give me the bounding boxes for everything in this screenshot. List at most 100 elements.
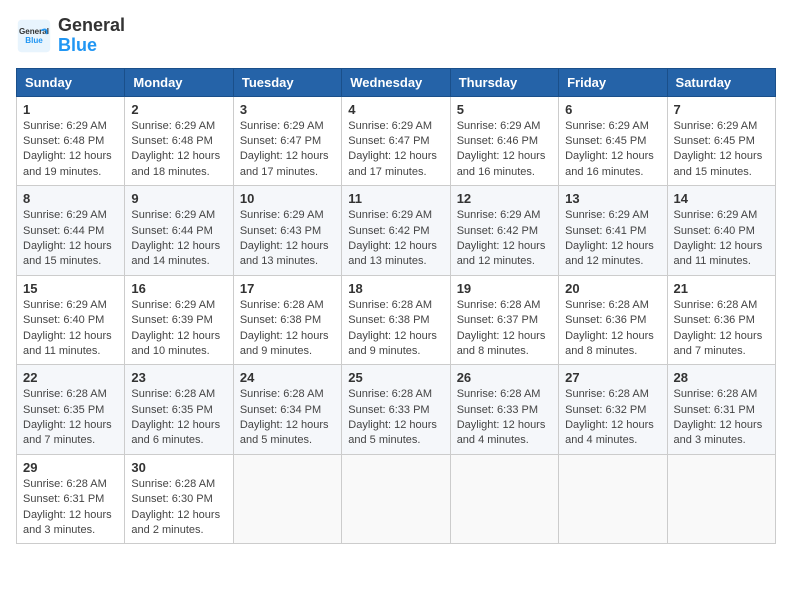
day-number: 12 [457, 191, 552, 206]
cell-content: Sunrise: 6:28 AM Sunset: 6:38 PM Dayligh… [240, 298, 335, 360]
logo-icon: General Blue [16, 18, 52, 54]
table-row: 7 Sunrise: 6:29 AM Sunset: 6:45 PM Dayli… [667, 96, 775, 186]
table-row: 29 Sunrise: 6:28 AM Sunset: 6:31 PM Dayl… [17, 454, 125, 544]
table-row: 28 Sunrise: 6:28 AM Sunset: 6:31 PM Dayl… [667, 365, 775, 455]
table-row: 11 Sunrise: 6:29 AM Sunset: 6:42 PM Dayl… [342, 186, 450, 276]
day-number: 24 [240, 370, 335, 385]
table-row [233, 454, 341, 544]
cell-content: Sunrise: 6:28 AM Sunset: 6:30 PM Dayligh… [131, 477, 226, 539]
cell-content: Sunrise: 6:29 AM Sunset: 6:44 PM Dayligh… [23, 208, 118, 270]
cell-content: Sunrise: 6:28 AM Sunset: 6:33 PM Dayligh… [348, 387, 443, 449]
day-header-saturday: Saturday [667, 68, 775, 96]
table-row: 1 Sunrise: 6:29 AM Sunset: 6:48 PM Dayli… [17, 96, 125, 186]
cell-content: Sunrise: 6:29 AM Sunset: 6:40 PM Dayligh… [23, 298, 118, 360]
cell-content: Sunrise: 6:28 AM Sunset: 6:38 PM Dayligh… [348, 298, 443, 360]
table-row: 27 Sunrise: 6:28 AM Sunset: 6:32 PM Dayl… [559, 365, 667, 455]
cell-content: Sunrise: 6:28 AM Sunset: 6:34 PM Dayligh… [240, 387, 335, 449]
logo-text: GeneralBlue [58, 16, 125, 56]
svg-text:Blue: Blue [25, 36, 43, 45]
day-number: 29 [23, 460, 118, 475]
table-row: 3 Sunrise: 6:29 AM Sunset: 6:47 PM Dayli… [233, 96, 341, 186]
day-number: 10 [240, 191, 335, 206]
calendar-week-5: 29 Sunrise: 6:28 AM Sunset: 6:31 PM Dayl… [17, 454, 776, 544]
cell-content: Sunrise: 6:29 AM Sunset: 6:43 PM Dayligh… [240, 208, 335, 270]
day-number: 15 [23, 281, 118, 296]
day-number: 26 [457, 370, 552, 385]
day-number: 21 [674, 281, 769, 296]
table-row [667, 454, 775, 544]
table-row: 14 Sunrise: 6:29 AM Sunset: 6:40 PM Dayl… [667, 186, 775, 276]
table-row: 4 Sunrise: 6:29 AM Sunset: 6:47 PM Dayli… [342, 96, 450, 186]
table-row: 18 Sunrise: 6:28 AM Sunset: 6:38 PM Dayl… [342, 275, 450, 365]
cell-content: Sunrise: 6:29 AM Sunset: 6:47 PM Dayligh… [348, 119, 443, 181]
cell-content: Sunrise: 6:29 AM Sunset: 6:42 PM Dayligh… [348, 208, 443, 270]
cell-content: Sunrise: 6:28 AM Sunset: 6:33 PM Dayligh… [457, 387, 552, 449]
table-row: 13 Sunrise: 6:29 AM Sunset: 6:41 PM Dayl… [559, 186, 667, 276]
calendar-week-3: 15 Sunrise: 6:29 AM Sunset: 6:40 PM Dayl… [17, 275, 776, 365]
table-row: 12 Sunrise: 6:29 AM Sunset: 6:42 PM Dayl… [450, 186, 558, 276]
cell-content: Sunrise: 6:29 AM Sunset: 6:44 PM Dayligh… [131, 208, 226, 270]
cell-content: Sunrise: 6:28 AM Sunset: 6:35 PM Dayligh… [131, 387, 226, 449]
table-row: 21 Sunrise: 6:28 AM Sunset: 6:36 PM Dayl… [667, 275, 775, 365]
table-row: 19 Sunrise: 6:28 AM Sunset: 6:37 PM Dayl… [450, 275, 558, 365]
day-number: 25 [348, 370, 443, 385]
day-number: 1 [23, 102, 118, 117]
table-row [342, 454, 450, 544]
cell-content: Sunrise: 6:29 AM Sunset: 6:42 PM Dayligh… [457, 208, 552, 270]
day-number: 7 [674, 102, 769, 117]
day-number: 4 [348, 102, 443, 117]
day-number: 13 [565, 191, 660, 206]
table-row: 25 Sunrise: 6:28 AM Sunset: 6:33 PM Dayl… [342, 365, 450, 455]
table-row: 8 Sunrise: 6:29 AM Sunset: 6:44 PM Dayli… [17, 186, 125, 276]
calendar-week-1: 1 Sunrise: 6:29 AM Sunset: 6:48 PM Dayli… [17, 96, 776, 186]
cell-content: Sunrise: 6:28 AM Sunset: 6:36 PM Dayligh… [565, 298, 660, 360]
cell-content: Sunrise: 6:28 AM Sunset: 6:31 PM Dayligh… [23, 477, 118, 539]
table-row: 2 Sunrise: 6:29 AM Sunset: 6:48 PM Dayli… [125, 96, 233, 186]
day-number: 20 [565, 281, 660, 296]
table-row: 22 Sunrise: 6:28 AM Sunset: 6:35 PM Dayl… [17, 365, 125, 455]
table-row: 20 Sunrise: 6:28 AM Sunset: 6:36 PM Dayl… [559, 275, 667, 365]
cell-content: Sunrise: 6:29 AM Sunset: 6:48 PM Dayligh… [131, 119, 226, 181]
day-header-sunday: Sunday [17, 68, 125, 96]
logo: General Blue GeneralBlue [16, 16, 125, 56]
table-row [450, 454, 558, 544]
calendar-week-4: 22 Sunrise: 6:28 AM Sunset: 6:35 PM Dayl… [17, 365, 776, 455]
day-number: 22 [23, 370, 118, 385]
day-number: 27 [565, 370, 660, 385]
day-number: 23 [131, 370, 226, 385]
cell-content: Sunrise: 6:29 AM Sunset: 6:47 PM Dayligh… [240, 119, 335, 181]
cell-content: Sunrise: 6:29 AM Sunset: 6:45 PM Dayligh… [674, 119, 769, 181]
cell-content: Sunrise: 6:29 AM Sunset: 6:46 PM Dayligh… [457, 119, 552, 181]
cell-content: Sunrise: 6:29 AM Sunset: 6:40 PM Dayligh… [674, 208, 769, 270]
day-number: 11 [348, 191, 443, 206]
table-row: 30 Sunrise: 6:28 AM Sunset: 6:30 PM Dayl… [125, 454, 233, 544]
day-number: 18 [348, 281, 443, 296]
cell-content: Sunrise: 6:29 AM Sunset: 6:39 PM Dayligh… [131, 298, 226, 360]
table-row: 23 Sunrise: 6:28 AM Sunset: 6:35 PM Dayl… [125, 365, 233, 455]
cell-content: Sunrise: 6:29 AM Sunset: 6:48 PM Dayligh… [23, 119, 118, 181]
table-row: 9 Sunrise: 6:29 AM Sunset: 6:44 PM Dayli… [125, 186, 233, 276]
table-row: 17 Sunrise: 6:28 AM Sunset: 6:38 PM Dayl… [233, 275, 341, 365]
day-header-friday: Friday [559, 68, 667, 96]
day-number: 19 [457, 281, 552, 296]
day-header-monday: Monday [125, 68, 233, 96]
day-number: 16 [131, 281, 226, 296]
table-row: 15 Sunrise: 6:29 AM Sunset: 6:40 PM Dayl… [17, 275, 125, 365]
cell-content: Sunrise: 6:28 AM Sunset: 6:31 PM Dayligh… [674, 387, 769, 449]
day-number: 5 [457, 102, 552, 117]
calendar-table: SundayMondayTuesdayWednesdayThursdayFrid… [16, 68, 776, 545]
day-header-tuesday: Tuesday [233, 68, 341, 96]
cell-content: Sunrise: 6:28 AM Sunset: 6:32 PM Dayligh… [565, 387, 660, 449]
day-number: 8 [23, 191, 118, 206]
table-row: 26 Sunrise: 6:28 AM Sunset: 6:33 PM Dayl… [450, 365, 558, 455]
table-row: 10 Sunrise: 6:29 AM Sunset: 6:43 PM Dayl… [233, 186, 341, 276]
page-header: General Blue GeneralBlue [16, 16, 776, 56]
day-number: 3 [240, 102, 335, 117]
day-number: 17 [240, 281, 335, 296]
day-header-wednesday: Wednesday [342, 68, 450, 96]
day-number: 2 [131, 102, 226, 117]
cell-content: Sunrise: 6:29 AM Sunset: 6:45 PM Dayligh… [565, 119, 660, 181]
table-row: 6 Sunrise: 6:29 AM Sunset: 6:45 PM Dayli… [559, 96, 667, 186]
calendar-week-2: 8 Sunrise: 6:29 AM Sunset: 6:44 PM Dayli… [17, 186, 776, 276]
table-row: 5 Sunrise: 6:29 AM Sunset: 6:46 PM Dayli… [450, 96, 558, 186]
